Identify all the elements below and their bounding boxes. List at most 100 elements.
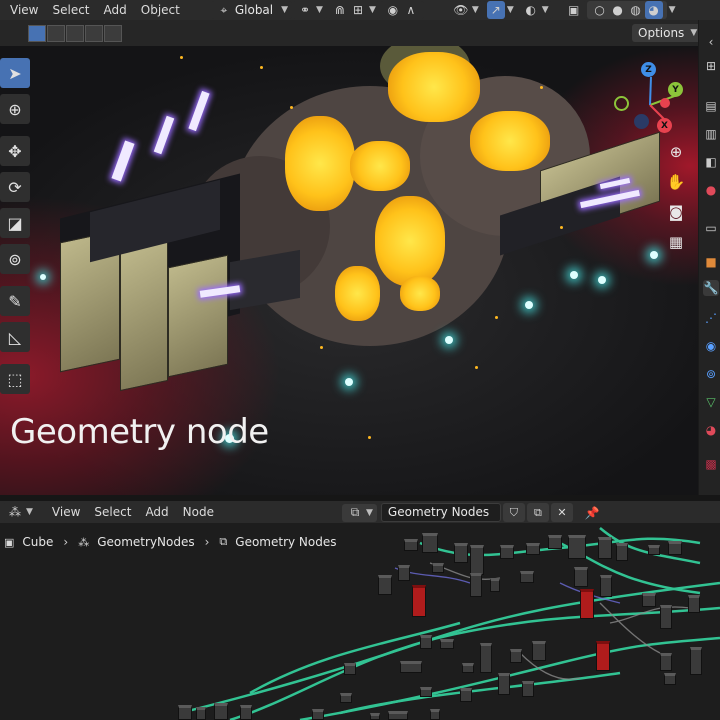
ne-menu-node[interactable]: Node <box>176 502 221 522</box>
view-layer-icon[interactable]: ◧ <box>703 154 719 170</box>
node[interactable] <box>420 635 432 649</box>
node[interactable] <box>370 713 380 720</box>
proportional-edit-toggle[interactable]: ◉ ∧ <box>379 1 424 19</box>
gizmo-neg-z-axis[interactable] <box>634 114 649 129</box>
node[interactable] <box>500 545 514 559</box>
node[interactable] <box>548 535 562 549</box>
gizmo-y-axis[interactable]: Y <box>668 82 683 97</box>
node[interactable] <box>196 707 206 720</box>
node-editor-canvas[interactable]: ▣ Cube › ⁂ GeometryNodes › ⧉ Geometry No… <box>0 523 720 720</box>
shading-buttons[interactable]: ○ ● ◍ ◕ <box>586 1 667 19</box>
constraints-icon[interactable]: ⊚ <box>703 366 719 382</box>
gizmo-z-axis[interactable]: Z <box>641 62 656 77</box>
grid-perspective-icon[interactable]: ▦ <box>664 230 688 254</box>
node[interactable] <box>574 567 588 587</box>
scene-properties-icon[interactable]: ● <box>703 182 719 198</box>
fake-user-shield-icon[interactable]: ⛉ <box>502 503 525 522</box>
output-properties-icon[interactable]: ▥ <box>703 126 719 142</box>
node[interactable] <box>460 688 472 702</box>
node[interactable] <box>600 575 612 597</box>
menu-object[interactable]: Object <box>134 0 187 20</box>
node[interactable] <box>404 539 418 551</box>
node-highlighted[interactable] <box>596 641 610 671</box>
solid-shading-icon[interactable]: ● <box>609 1 627 19</box>
node[interactable] <box>688 595 700 613</box>
node[interactable] <box>214 703 228 720</box>
orientation-dropdown[interactable]: ⌖ Global ▼ <box>210 1 293 19</box>
transform-tool-icon[interactable]: ⊚ <box>0 244 30 274</box>
annotate-tool-icon[interactable]: ✎ <box>0 286 30 316</box>
node[interactable] <box>598 537 612 559</box>
measure-tool-icon[interactable]: ◺ <box>0 322 30 352</box>
select-box-tool-icon[interactable]: ➤ <box>0 58 30 88</box>
node[interactable] <box>480 643 492 673</box>
node[interactable] <box>440 639 454 649</box>
object-properties-icon[interactable]: ■ <box>703 254 719 270</box>
move-tool-icon[interactable]: ✥ <box>0 136 30 166</box>
node[interactable] <box>422 533 438 553</box>
node[interactable] <box>648 545 660 555</box>
node[interactable] <box>660 605 672 629</box>
texture-icon[interactable]: ▩ <box>703 456 719 472</box>
rendered-shading-icon[interactable]: ◕ <box>644 1 663 19</box>
gizmo-neg-x-axis[interactable] <box>660 98 670 108</box>
node[interactable] <box>510 649 522 663</box>
close-icon[interactable]: ✕ <box>550 503 573 522</box>
node-highlighted[interactable] <box>580 589 594 619</box>
menu-select[interactable]: Select <box>45 0 96 20</box>
overlay-dropdown[interactable]: ◐ ▼ <box>517 1 553 19</box>
pin-icon[interactable]: 📌 <box>583 504 601 522</box>
node-tree-name-field[interactable]: Geometry Nodes <box>380 503 501 522</box>
node[interactable] <box>616 543 628 561</box>
node[interactable] <box>490 578 500 592</box>
select-intersect-icon[interactable] <box>104 25 122 42</box>
node[interactable] <box>526 543 540 555</box>
world-properties-icon[interactable]: ▭ <box>703 220 719 236</box>
node-highlighted[interactable] <box>412 585 426 617</box>
node[interactable] <box>312 709 324 720</box>
duplicate-icon[interactable]: ⧉ <box>526 503 549 522</box>
modifier-properties-icon[interactable]: 🔧 <box>703 280 719 296</box>
node[interactable] <box>420 687 432 697</box>
node-tree-browse[interactable]: ⧉ ▼ <box>342 503 377 522</box>
node[interactable] <box>388 711 408 720</box>
node[interactable] <box>660 653 672 671</box>
object-data-icon[interactable]: ▽ <box>703 394 719 410</box>
camera-icon[interactable]: ◙ <box>664 200 688 224</box>
node[interactable] <box>642 593 656 607</box>
node[interactable] <box>430 709 440 720</box>
material-shading-icon[interactable]: ◍ <box>627 1 645 19</box>
visibility-dropdown[interactable]: 👁 ▼ <box>447 1 483 19</box>
node[interactable] <box>454 543 468 563</box>
node[interactable] <box>520 571 534 583</box>
chevron-down-icon[interactable]: ▼ <box>669 5 676 15</box>
node[interactable] <box>240 705 252 720</box>
node[interactable] <box>344 663 356 675</box>
node[interactable] <box>178 705 192 720</box>
tool-properties-icon[interactable]: ⊞ <box>703 58 719 74</box>
pivot-dropdown[interactable]: ⚭ ▼ <box>292 1 327 19</box>
pan-hand-icon[interactable]: ✋ <box>664 170 688 194</box>
physics-icon[interactable]: ◉ <box>703 338 719 354</box>
node[interactable] <box>378 575 392 595</box>
node[interactable] <box>668 541 682 555</box>
node[interactable] <box>532 641 546 661</box>
options-dropdown[interactable]: Options ▼ <box>632 24 704 42</box>
node[interactable] <box>340 693 352 703</box>
node[interactable] <box>470 573 482 597</box>
node[interactable] <box>690 647 702 675</box>
node[interactable] <box>432 563 444 573</box>
select-invert-icon[interactable] <box>85 25 103 42</box>
gizmo-neg-y-axis[interactable] <box>614 96 629 111</box>
node[interactable] <box>568 535 586 559</box>
editor-type-dropdown[interactable]: ⁂ ▼ <box>2 503 37 521</box>
cursor-tool-icon[interactable]: ⊕ <box>0 94 30 124</box>
menu-view[interactable]: View <box>0 0 45 20</box>
node[interactable] <box>664 673 676 685</box>
select-subtract-icon[interactable] <box>66 25 84 42</box>
render-properties-icon[interactable]: ▤ <box>703 98 719 114</box>
wireframe-shading-icon[interactable]: ○ <box>591 1 609 19</box>
particles-icon[interactable]: ⋰ <box>703 310 719 326</box>
select-extend-icon[interactable] <box>47 25 65 42</box>
node[interactable] <box>470 545 484 575</box>
